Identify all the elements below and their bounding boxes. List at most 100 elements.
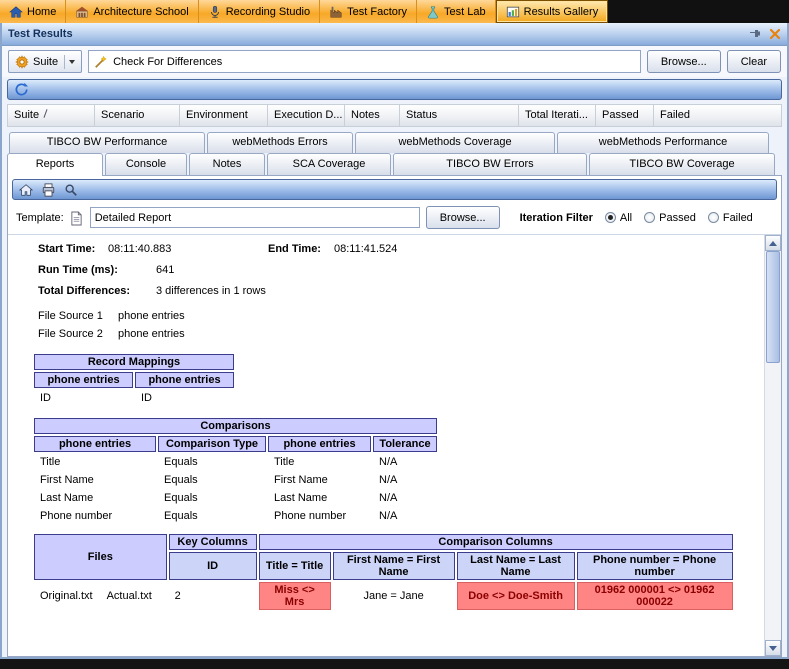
column-header-failed[interactable]: Failed: [654, 104, 782, 127]
arrow-down-icon: [769, 645, 777, 651]
key-sub-header: ID: [168, 552, 257, 580]
refresh-icon[interactable]: [13, 81, 30, 98]
nav-item-test-factory[interactable]: Test Factory: [320, 0, 418, 23]
flask-icon: [426, 5, 440, 19]
radio-failed[interactable]: Failed: [707, 212, 753, 224]
diff-cell: Miss <> Mrs: [258, 582, 331, 610]
radio-all[interactable]: All: [604, 211, 633, 224]
column-header-status[interactable]: Status: [400, 104, 519, 127]
comparison-sub-header: Last Name = Last Name: [456, 552, 575, 580]
comparisons-header: Tolerance: [373, 436, 437, 452]
suite-toolbar: Suite Browse... Clear: [2, 46, 787, 77]
nav-label: Recording Studio: [225, 5, 311, 18]
search-icon[interactable]: [63, 182, 79, 198]
column-header-environment[interactable]: Environment: [180, 104, 268, 127]
radio-all-label: All: [619, 211, 633, 224]
factory-icon: [329, 5, 343, 19]
file-source-2-label: File Source 2: [38, 328, 103, 340]
summary-row-times: Start Time: 08:11:40.883 End Time: 08:11…: [30, 243, 760, 264]
nav-item-test-lab[interactable]: Test Lab: [417, 0, 496, 23]
key-value-cell: 2: [168, 582, 257, 610]
tab-webmethods-performance[interactable]: webMethods Performance: [557, 132, 769, 153]
comparisons-title: Comparisons: [34, 418, 437, 434]
column-header-suite[interactable]: Suite: [7, 104, 95, 127]
school-icon: [75, 5, 89, 19]
application-window: Home Architecture School Recording Studi…: [0, 0, 789, 669]
tab-tibco-bw-coverage[interactable]: TIBCO BW Coverage: [589, 153, 775, 175]
files-header: Files: [34, 534, 167, 580]
difference-row: Original.txt Actual.txt 2 Miss <> Mrs Ja…: [34, 582, 733, 610]
key-columns-header: Key Columns: [168, 534, 257, 550]
files-table: Files Key Columns Comparison Columns ID …: [32, 532, 735, 612]
column-header-notes[interactable]: Notes: [345, 104, 400, 127]
button-divider: [64, 54, 66, 69]
tab-row-front: Reports Console Notes SCA Coverage TIBCO…: [7, 153, 782, 176]
scrollbar-track[interactable]: [765, 251, 781, 640]
bottom-bar: [0, 657, 789, 669]
filter-input[interactable]: [113, 55, 635, 68]
file-source-2-row: File Source 2 phone entries: [30, 328, 760, 346]
comparison-row: First Name Equals First Name N/A: [34, 472, 437, 488]
print-icon[interactable]: [40, 182, 57, 198]
tab-tibco-bw-performance[interactable]: TIBCO BW Performance: [9, 132, 205, 153]
results-toolbar: [7, 79, 782, 100]
total-differences-label: Total Differences:: [38, 285, 131, 297]
tab-row-back: TIBCO BW Performance webMethods Errors w…: [7, 132, 782, 153]
vertical-scrollbar[interactable]: [764, 235, 781, 656]
reports-tab-panel: Template: Browse... Iteration Filter All…: [7, 175, 782, 657]
file-1-cell: Original.txt: [34, 582, 99, 610]
run-time-value: 641: [156, 264, 175, 276]
results-grid-header: Suite Scenario Environment Execution D..…: [7, 104, 782, 127]
nav-item-recording-studio[interactable]: Recording Studio: [199, 0, 321, 23]
run-time-label: Run Time (ms):: [38, 264, 118, 276]
template-browse-button[interactable]: Browse...: [425, 206, 500, 229]
browse-button[interactable]: Browse...: [646, 50, 721, 73]
home-icon[interactable]: [18, 182, 34, 198]
nav-label: Test Lab: [444, 5, 486, 18]
tab-console[interactable]: Console: [105, 153, 187, 175]
tab-area: TIBCO BW Performance webMethods Errors w…: [2, 127, 787, 657]
radio-passed[interactable]: Passed: [644, 212, 696, 224]
record-mapping-cell: ID: [34, 390, 133, 406]
nav-item-results-gallery[interactable]: Results Gallery: [495, 0, 609, 23]
nav-item-home[interactable]: Home: [0, 0, 67, 23]
sort-indicator: [43, 109, 48, 118]
tab-sca-coverage[interactable]: SCA Coverage: [267, 153, 391, 175]
close-icon[interactable]: [769, 28, 781, 40]
clear-button[interactable]: Clear: [726, 50, 781, 73]
template-label: Template:: [16, 211, 64, 224]
panel-titlebar: Test Results: [2, 23, 787, 46]
template-input[interactable]: [89, 207, 420, 228]
tab-webmethods-coverage[interactable]: webMethods Coverage: [355, 132, 555, 153]
top-navigation: Home Architecture School Recording Studi…: [0, 0, 789, 23]
column-header-passed[interactable]: Passed: [596, 104, 654, 127]
tab-webmethods-errors[interactable]: webMethods Errors: [207, 132, 353, 153]
end-time-value: 08:11:41.524: [334, 243, 398, 255]
suite-button[interactable]: Suite: [8, 50, 83, 73]
wand-icon: [94, 55, 108, 69]
scroll-up-button[interactable]: [765, 235, 781, 251]
comparisons-table: Comparisons phone entries Comparison Typ…: [32, 416, 439, 526]
file-source-2-value: phone entries: [118, 328, 185, 340]
tab-notes[interactable]: Notes: [189, 153, 265, 175]
comparison-row: Title Equals Title N/A: [34, 454, 437, 470]
column-header-total-iterations[interactable]: Total Iterati...: [519, 104, 596, 127]
pin-icon[interactable]: [749, 28, 761, 40]
panel-title: Test Results: [8, 28, 73, 40]
scroll-down-button[interactable]: [765, 640, 781, 656]
tab-reports[interactable]: Reports: [7, 153, 103, 176]
nav-items: Home Architecture School Recording Studi…: [0, 0, 609, 23]
comparison-sub-header: Title = Title: [258, 552, 331, 580]
file-source-1-row: File Source 1 phone entries: [30, 310, 760, 328]
comparison-columns-header: Comparison Columns: [258, 534, 733, 550]
scrollbar-thumb[interactable]: [766, 251, 780, 363]
end-time-label: End Time:: [268, 243, 321, 255]
chevron-down-icon: [69, 59, 76, 64]
column-header-scenario[interactable]: Scenario: [95, 104, 180, 127]
file-source-1-value: phone entries: [118, 310, 185, 322]
column-header-execution-date[interactable]: Execution D...: [268, 104, 345, 127]
total-differences-value: 3 differences in 1 rows: [156, 285, 266, 297]
nav-item-architecture-school[interactable]: Architecture School: [66, 0, 199, 23]
tab-tibco-bw-errors[interactable]: TIBCO BW Errors: [393, 153, 587, 175]
nav-label: Results Gallery: [523, 5, 599, 18]
